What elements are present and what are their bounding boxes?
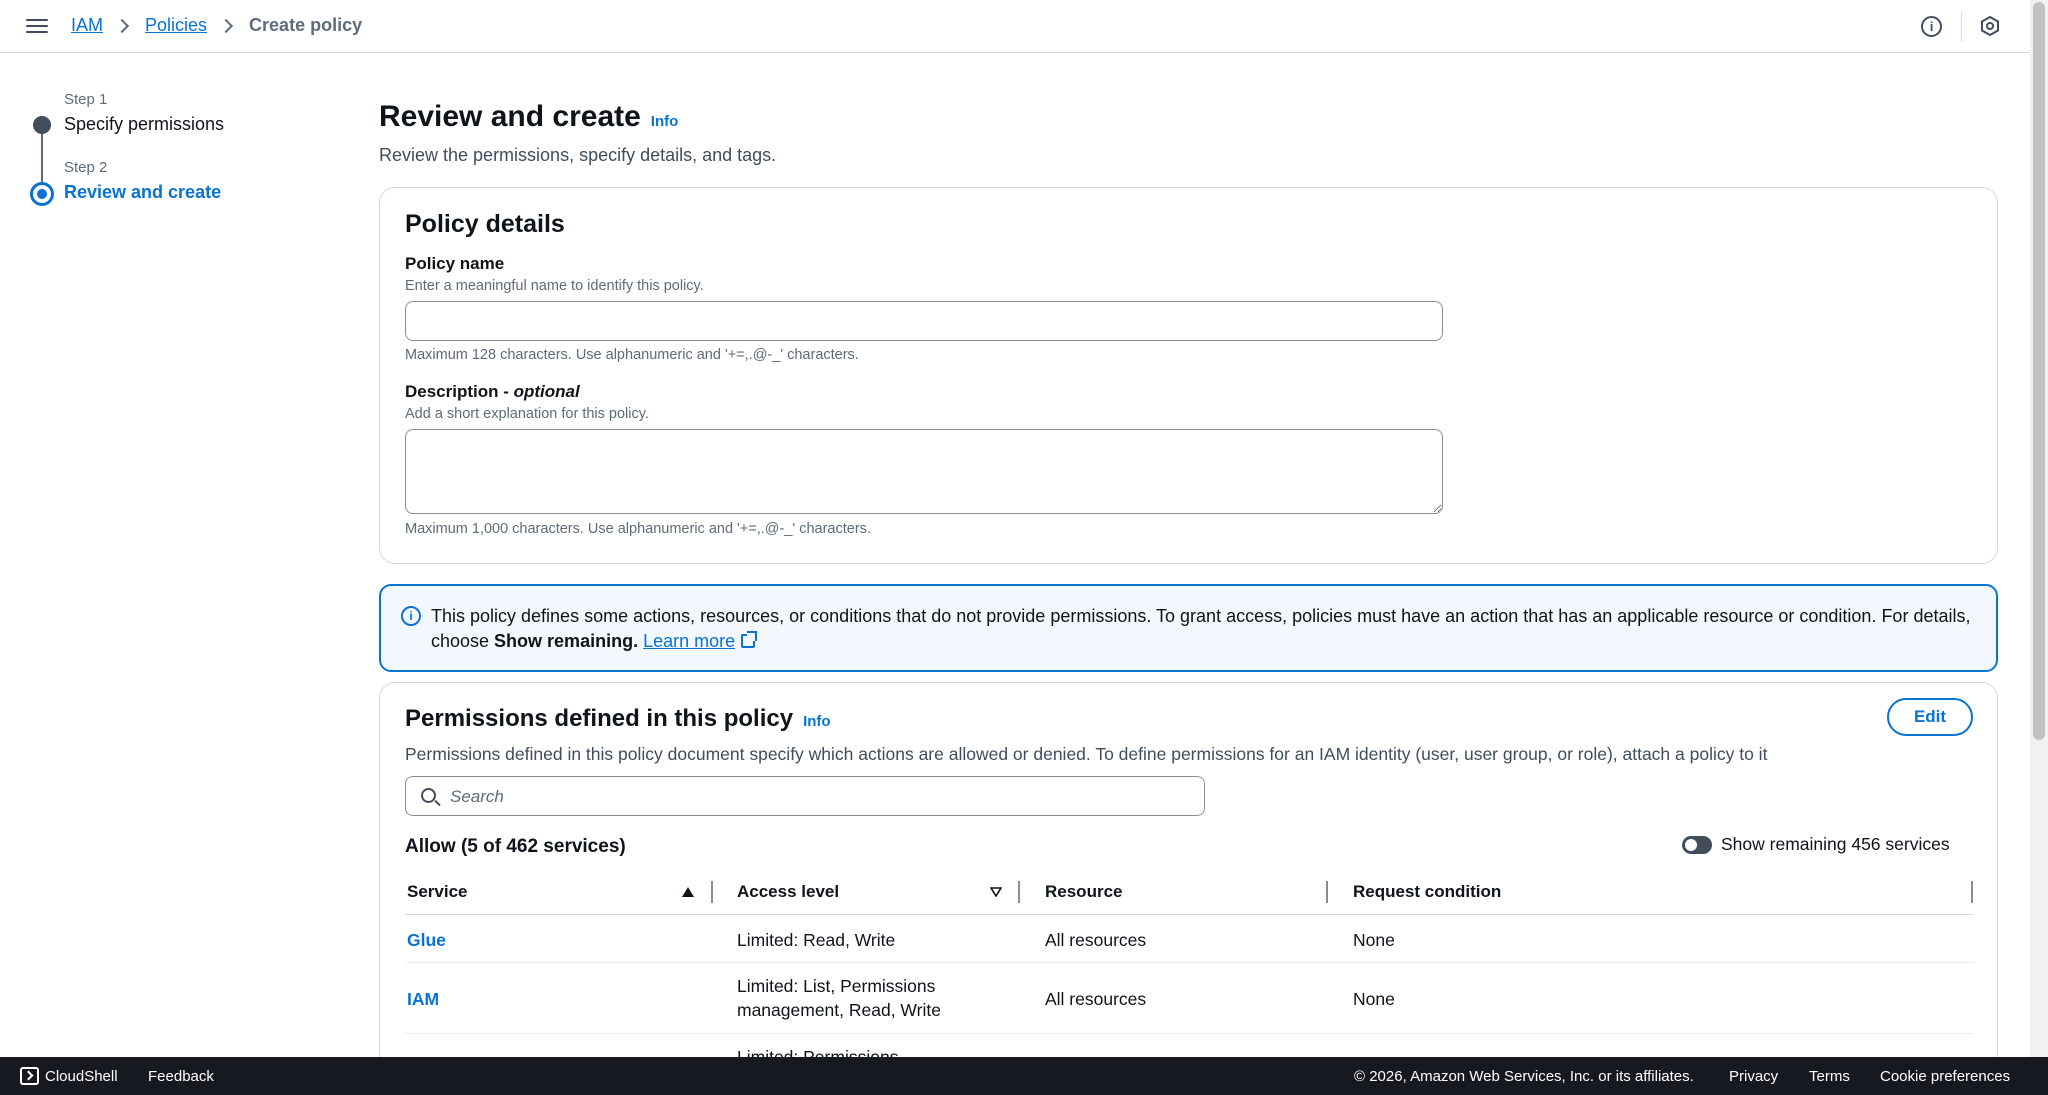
sort-descending-icon[interactable] [990, 887, 1002, 897]
copyright-text: © 2026, Amazon Web Services, Inc. or its… [1354, 1068, 1694, 1085]
breadcrumb: IAM Policies Create policy [71, 15, 362, 36]
chevron-right-icon [114, 18, 130, 33]
policy-name-hint: Maximum 128 characters. Use alphanumeric… [405, 347, 859, 363]
service-link-glue[interactable]: Glue [407, 928, 446, 952]
show-remaining-toggle[interactable] [1682, 836, 1712, 854]
policy-name-input[interactable] [405, 301, 1443, 341]
privacy-link[interactable]: Privacy [1729, 1068, 1778, 1085]
search-icon [421, 788, 436, 803]
description-help: Add a short explanation for this policy. [405, 406, 649, 422]
cloudshell-icon[interactable] [20, 1067, 39, 1085]
column-header-access-level[interactable]: Access level [737, 882, 839, 902]
table-row-divider [405, 1033, 1974, 1034]
settings-hex-icon[interactable] [1979, 15, 2001, 37]
service-link-iam[interactable]: IAM [407, 987, 439, 1011]
top-navigation: IAM Policies Create policy i [0, 0, 2030, 53]
step-1-label[interactable]: Specify permissions [64, 114, 224, 135]
column-resizer[interactable] [1018, 881, 1020, 903]
alert-bold: Show remaining. [494, 631, 639, 651]
page-title: Review and create Info [379, 100, 678, 134]
policy-details-title: Policy details [405, 210, 565, 238]
info-icon[interactable]: i [1921, 16, 1942, 37]
console-footer: CloudShell Feedback © 2026, Amazon Web S… [0, 1057, 2048, 1095]
cookie-preferences-link[interactable]: Cookie preferences [1880, 1068, 2010, 1085]
step-connector [41, 133, 43, 189]
permissions-card: Permissions defined in this policy Info … [379, 682, 1998, 1082]
description-label-text: Description - [405, 382, 514, 401]
column-resizer[interactable] [1971, 881, 1973, 903]
description-hint: Maximum 1,000 characters. Use alphanumer… [405, 521, 871, 537]
alert-message: This policy defines some actions, resour… [431, 604, 1971, 654]
policy-details-card: Policy details Policy name Enter a meani… [379, 187, 1998, 564]
scrollbar-thumb[interactable] [2033, 2, 2045, 740]
column-header-resource[interactable]: Resource [1045, 882, 1122, 902]
terms-link[interactable]: Terms [1809, 1068, 1850, 1085]
description-optional: optional [513, 382, 580, 401]
resource-cell: All resources [1045, 989, 1147, 1009]
feedback-link[interactable]: Feedback [148, 1068, 214, 1085]
condition-cell: None [1353, 930, 1395, 950]
access-level-cell: Limited: List, Permissions [737, 976, 936, 996]
column-header-request-condition[interactable]: Request condition [1353, 882, 1501, 902]
sort-ascending-icon[interactable] [682, 887, 694, 897]
search-input[interactable] [450, 783, 1190, 811]
page-description: Review the permissions, specify details,… [379, 145, 777, 165]
table-row-divider [405, 962, 1974, 963]
page-title-text: Review and create [379, 100, 641, 133]
access-level-cell-line2: management, Read, Write [737, 1000, 941, 1020]
hamburger-icon[interactable] [26, 16, 48, 36]
show-remaining-label[interactable]: Show remaining 456 services [1721, 834, 1950, 855]
edit-button[interactable]: Edit [1887, 698, 1973, 736]
learn-more-link[interactable]: Learn more [643, 631, 735, 651]
column-resizer[interactable] [1326, 881, 1328, 903]
permissions-title-text: Permissions defined in this policy [405, 705, 794, 732]
access-level-cell: Limited: Read, Write [737, 930, 896, 950]
step-2-label[interactable]: Review and create [64, 182, 221, 203]
search-box [405, 776, 1205, 816]
chevron-right-icon [218, 18, 234, 33]
toolbar-divider [1961, 12, 1962, 42]
breadcrumb-current: Create policy [249, 15, 363, 35]
breadcrumb-iam[interactable]: IAM [71, 15, 103, 36]
step-2-indicator [30, 182, 54, 206]
description-textarea[interactable] [405, 429, 1443, 514]
condition-cell: None [1353, 989, 1395, 1009]
description-label: Description - optional [405, 382, 580, 402]
permissions-title: Permissions defined in this policy Info [405, 705, 831, 733]
column-resizer[interactable] [711, 881, 713, 903]
resource-cell: All resources [1045, 930, 1147, 950]
info-alert: i This policy defines some actions, reso… [379, 584, 1998, 672]
column-header-service[interactable]: Service [407, 882, 468, 902]
table-header-divider [405, 914, 1974, 915]
breadcrumb-policies[interactable]: Policies [145, 15, 207, 36]
permissions-description: Permissions defined in this policy docum… [405, 744, 1768, 764]
external-link-icon [741, 631, 758, 648]
step-1-indicator [33, 116, 51, 134]
info-icon: i [401, 606, 421, 626]
step-1-number: Step 1 [64, 91, 108, 108]
policy-name-description: Enter a meaningful name to identify this… [405, 278, 704, 294]
permissions-info-link[interactable]: Info [803, 713, 831, 730]
page-info-link[interactable]: Info [651, 113, 679, 130]
policy-name-label: Policy name [405, 254, 505, 273]
step-2-number: Step 2 [64, 159, 108, 176]
allow-heading: Allow (5 of 462 services) [405, 836, 626, 857]
cloudshell-link[interactable]: CloudShell [45, 1068, 118, 1085]
